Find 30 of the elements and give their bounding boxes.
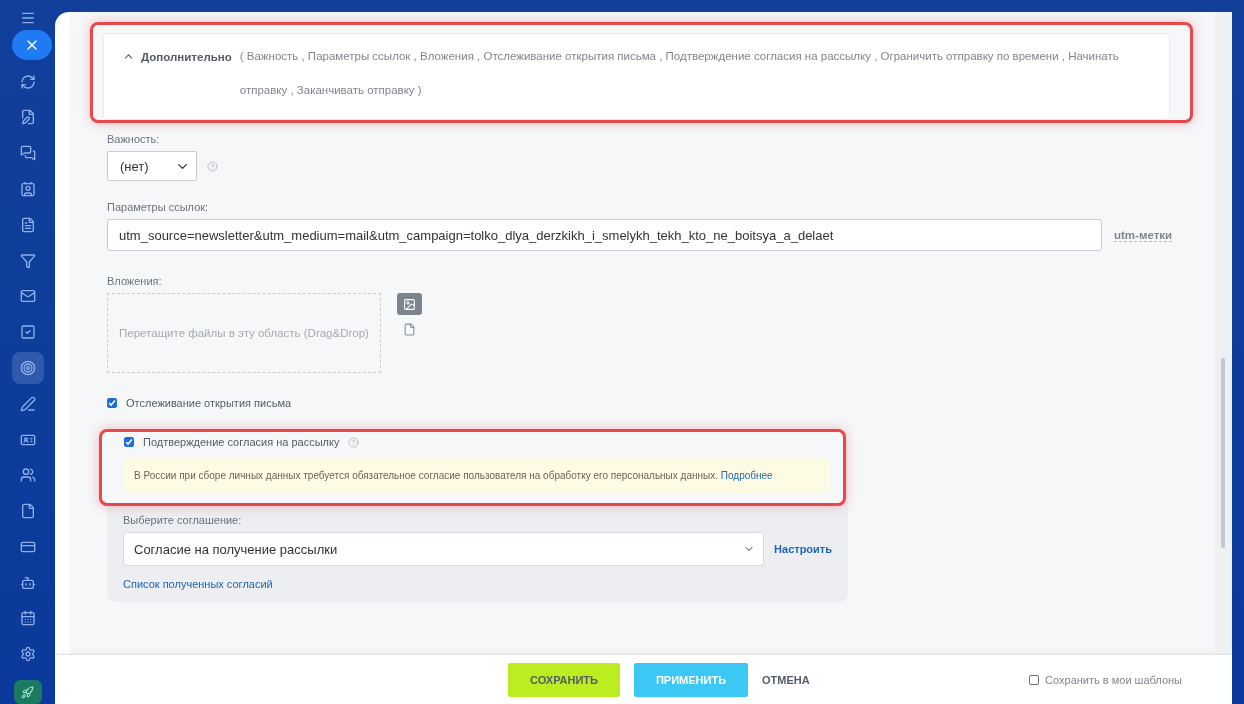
image-icon[interactable] bbox=[397, 293, 422, 315]
close-button[interactable] bbox=[12, 30, 52, 60]
importance-select[interactable]: (нет) bbox=[107, 151, 197, 181]
file-icon[interactable] bbox=[403, 323, 416, 336]
consents-list-link[interactable]: Список полученных согласий bbox=[123, 578, 832, 590]
scrollbar[interactable] bbox=[1215, 12, 1232, 654]
checkbox-label: Подтверждение согласия на рассылку bbox=[143, 436, 340, 448]
section-summary: ( Важность , Параметры ссылок , Вложения , Отслеживание открытия письма , Подтверждение согласия на рассылку , Ограничить отправку по времени , Начинать отправку , Заканчивать отправку ) bbox=[239, 49, 1120, 98]
field-label: Параметры ссылок: bbox=[107, 201, 210, 213]
target-icon[interactable] bbox=[11, 352, 44, 384]
field-label: Выберите соглашение: bbox=[123, 514, 243, 526]
utm-link[interactable]: utm-метки bbox=[1114, 228, 1173, 242]
save-button[interactable]: СОХРАНИТЬ bbox=[508, 662, 620, 697]
checkbox-label: Сохранить в мои шаблоны bbox=[1045, 673, 1182, 686]
more-link[interactable]: Подробнее bbox=[720, 470, 773, 481]
configure-link[interactable]: Настроить bbox=[774, 543, 832, 555]
checkbox[interactable] bbox=[1029, 674, 1040, 685]
link-params-field[interactable]: utm_source=newsletter&utm_medium=mail&utm_campaign=tolko_dlya_derzkikh_i_smelykh_tekh_kto_ne_boitsya_a_delaet bbox=[107, 219, 1102, 251]
consent-note: В России при сборе личных данных требуется обязательное согласие пользователя на обработку его персональных данных. Подробнее bbox=[124, 458, 829, 493]
scrollbar-thumb[interactable] bbox=[1221, 358, 1225, 548]
checkbox[interactable] bbox=[124, 437, 134, 447]
checkbox[interactable] bbox=[107, 398, 117, 408]
field-label: Важность: bbox=[107, 133, 161, 145]
rocket-icon[interactable] bbox=[13, 680, 42, 704]
agreement-select[interactable]: Согласие на получение рассылки bbox=[123, 532, 765, 566]
cancel-button[interactable]: ОТМЕНА bbox=[762, 662, 810, 697]
section-toggle[interactable]: Дополнительно bbox=[122, 50, 232, 63]
checkbox-label: Отслеживание открытия письма bbox=[126, 397, 292, 409]
menu-icon[interactable] bbox=[19, 10, 36, 26]
field-label: Вложения: bbox=[107, 275, 163, 287]
